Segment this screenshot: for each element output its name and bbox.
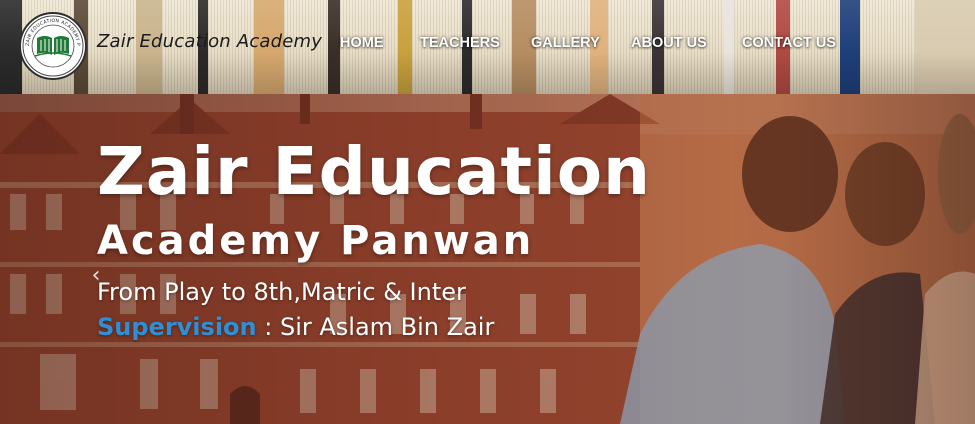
- nav-about-us[interactable]: ABOUT US: [631, 35, 707, 51]
- nav-gallery[interactable]: GALLERY: [531, 35, 600, 51]
- slider-prev-chevron-left-icon[interactable]: ‹: [86, 264, 106, 288]
- brand-name[interactable]: Zair Education Academy: [97, 31, 322, 52]
- supervision-label: Supervision: [97, 313, 257, 341]
- hero-supervision: Supervision : Sir Aslam Bin Zair: [97, 315, 494, 339]
- hero-tagline: From Play to 8th,Matric & Inter: [97, 278, 466, 306]
- supervision-name: Sir Aslam Bin Zair: [279, 313, 495, 341]
- nav-contact-us[interactable]: CONTACT US: [742, 35, 836, 51]
- hero-title: Zair Education: [97, 133, 652, 210]
- nav-teachers[interactable]: TEACHERS: [420, 35, 500, 51]
- hero-subtitle: Academy Panwan: [97, 218, 535, 264]
- academy-logo[interactable]: ZAIR EDUCATION ACADEMY PANWAN: [19, 12, 87, 80]
- nav-home[interactable]: HOME: [340, 35, 384, 51]
- open-book-emblem-icon: ZAIR EDUCATION ACADEMY PANWAN: [21, 14, 84, 77]
- supervision-separator: :: [256, 313, 280, 341]
- site-header: ZAIR EDUCATION ACADEMY PANWAN Zair Educa…: [0, 0, 975, 94]
- hero-slider: Zair Education Academy Panwan From Play …: [0, 94, 975, 424]
